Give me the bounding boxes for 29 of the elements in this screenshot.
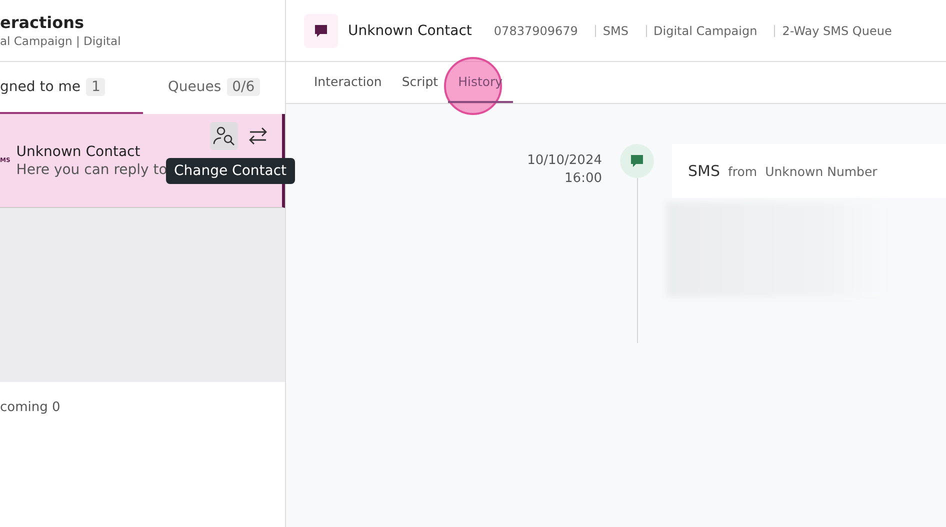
tab[interactable]: Queues 0/6 xyxy=(142,62,285,114)
history-date: 10/10/2024 xyxy=(527,152,602,170)
history-card[interactable]: SMS from Unknown Number xyxy=(672,144,946,198)
history-time: 16:00 xyxy=(564,170,602,188)
count-badge: 0/6 xyxy=(227,78,260,96)
sms-icon xyxy=(630,154,644,168)
upcoming-count: coming 0 xyxy=(0,399,62,417)
panel-title: eractions xyxy=(0,13,86,32)
count-badge: 1 xyxy=(86,78,106,96)
contact-detail: SMS xyxy=(594,24,628,36)
tab[interactable]: Script xyxy=(392,62,448,103)
swap-arrows-icon xyxy=(248,127,268,145)
panel-subtitle: al Campaign | Digital xyxy=(0,34,122,48)
person-search-icon xyxy=(213,126,235,146)
tooltip: Change Contact xyxy=(166,158,295,184)
contact-detail: 07837909679 xyxy=(494,24,578,36)
contact-name: Unknown Contact xyxy=(16,144,142,160)
contact-detail: Digital Campaign xyxy=(646,24,758,36)
change-contact-button[interactable] xyxy=(210,122,238,150)
tab[interactable]: Interaction xyxy=(304,62,392,103)
message-preview: Here you can reply to xyxy=(16,162,168,178)
contact-detail: 2-Way SMS Queue xyxy=(774,24,892,36)
contact-name: Unknown Contact xyxy=(348,22,472,38)
from-label: from xyxy=(728,164,758,178)
tab-label: gned to me xyxy=(0,79,80,95)
history-type: SMS xyxy=(688,162,720,180)
sender-name: Unknown Number xyxy=(765,164,878,178)
sms-logo xyxy=(304,14,338,48)
tab-label: Queues xyxy=(168,79,222,95)
